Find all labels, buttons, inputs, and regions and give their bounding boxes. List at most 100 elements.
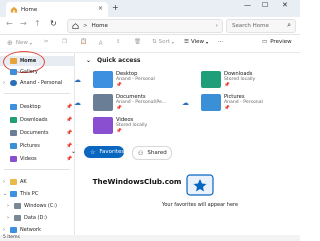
new-button[interactable]: ⊕ New ▾	[7, 39, 32, 47]
quick-access-item-videos[interactable]: Videos Stored locally 📌	[74, 117, 174, 139]
chevron-down-icon: ▾	[206, 39, 209, 45]
tab-title: Home	[21, 6, 38, 13]
favorites-bar: ⌄ ☆ Favorites ⚇ Shared	[71, 145, 300, 160]
pin-icon: 📌	[116, 129, 122, 134]
folder-icon	[10, 179, 17, 185]
sidebar-item-gallery[interactable]: Gallery	[0, 67, 74, 77]
pin-icon: 📌	[66, 156, 73, 162]
sidebar-item-ak[interactable]: › AK	[0, 177, 74, 187]
sidebar-item-label: Videos	[20, 156, 37, 162]
tab-shared[interactable]: ⚇ Shared	[132, 146, 172, 160]
sidebar-item-label: This PC	[20, 191, 39, 197]
view-icon: ☰	[184, 39, 189, 45]
tab-favorites[interactable]: ☆ Favorites	[84, 146, 124, 158]
chevron-down-icon[interactable]: ⌄	[71, 148, 76, 155]
new-tab-button[interactable]: +	[112, 3, 119, 12]
cloud-icon: ☁	[74, 76, 81, 84]
chevron-down-icon[interactable]: ⌄	[86, 57, 91, 64]
quick-access-item-documents[interactable]: ☁ Documents Anand - Personal\Pe... 📌	[74, 94, 174, 116]
sidebar-item-label: Downloads	[20, 117, 48, 123]
divider	[4, 93, 70, 94]
sort-button[interactable]: ⇅ Sort ▾	[152, 39, 174, 45]
forward-button[interactable]: →	[20, 19, 27, 28]
view-button[interactable]: ☰ View ▾	[184, 39, 208, 45]
minimize-button[interactable]: —	[244, 1, 251, 9]
chevron-down-icon[interactable]: ⌄	[3, 191, 7, 197]
delete-icon[interactable]: 🗑	[134, 39, 141, 45]
maximize-button[interactable]: ☐	[262, 1, 268, 9]
breadcrumb-chevron-icon[interactable]: ›	[216, 23, 218, 29]
chevron-right-icon[interactable]: ›	[3, 227, 5, 233]
quick-access-header[interactable]: ⌄ Quick access	[86, 57, 140, 64]
tab-home[interactable]: Home ×	[6, 2, 108, 17]
pin-icon: 📌	[66, 104, 73, 110]
refresh-button[interactable]: ↻	[50, 19, 57, 28]
quick-access-item-pictures[interactable]: ☁ Pictures Anand - Personal 📌	[182, 94, 282, 116]
network-icon	[10, 227, 17, 233]
divider	[4, 169, 70, 170]
drive-icon	[14, 215, 21, 221]
chevron-right-icon[interactable]: ›	[3, 179, 5, 185]
more-options-button[interactable]: ···	[218, 39, 223, 45]
sidebar-item-onedrive[interactable]: › Anand - Personal	[0, 78, 74, 88]
address-row: ← → ↑ ↻ > Home › Search Home ⌕	[0, 17, 300, 35]
file-explorer-window: Home × + — ☐ ✕ ← → ↑ ↻ > Home › Search H…	[0, 0, 300, 241]
address-bar[interactable]: > Home ›	[67, 19, 223, 33]
tab-close-icon[interactable]: ×	[98, 5, 103, 12]
cut-icon[interactable]: ✂	[44, 39, 49, 45]
command-bar: ⊕ New ▾ ✂ ❐ 📋 Ａ ⇪ 🗑 ⇅ Sort ▾ ☰ View ▾ ··…	[0, 35, 300, 53]
search-icon: ⌕	[287, 21, 291, 29]
item-location: Anand - Personal\Pe...	[116, 100, 167, 105]
favorites-label: Favorites	[99, 149, 125, 155]
chevron-right-icon[interactable]: ›	[7, 203, 9, 209]
pin-icon: 📌	[116, 106, 122, 111]
sidebar-item-label: Network	[20, 227, 41, 233]
item-location: Anand - Personal	[116, 77, 155, 82]
quick-access-item-downloads[interactable]: Downloads Stored locally 📌	[182, 71, 282, 93]
breadcrumb-separator: >	[83, 23, 88, 29]
watermark-text: TheWindowsClub.com	[92, 177, 182, 186]
documents-folder-icon	[93, 94, 113, 111]
cloud-icon	[10, 80, 17, 86]
copy-icon[interactable]: ❐	[62, 39, 67, 45]
preview-icon: ▭	[262, 39, 268, 45]
pin-icon: 📌	[116, 83, 122, 88]
sidebar-item-windows-c[interactable]: › Windows (C:)	[0, 201, 74, 211]
preview-button[interactable]: ▭ Preview	[262, 39, 292, 45]
chevron-down-icon: ▾	[171, 39, 174, 45]
pin-icon: 📌	[224, 83, 230, 88]
cloud-icon: ☁	[182, 99, 189, 107]
quick-access-item-desktop[interactable]: ☁ Desktop Anand - Personal 📌	[74, 71, 174, 93]
view-label: View	[190, 39, 204, 45]
sidebar-item-documents[interactable]: Documents 📌	[0, 128, 74, 138]
close-button[interactable]: ✕	[282, 1, 288, 9]
downloads-folder-icon	[201, 71, 221, 88]
back-button[interactable]: ←	[6, 19, 13, 28]
sidebar-item-this-pc[interactable]: ⌄ This PC	[0, 189, 74, 199]
sidebar-item-home[interactable]: Home	[0, 51, 74, 73]
chevron-right-icon[interactable]: ›	[7, 215, 9, 221]
rename-icon[interactable]: Ａ	[98, 39, 104, 47]
search-box[interactable]: Search Home ⌕	[226, 19, 296, 33]
item-location: Stored locally	[224, 77, 256, 82]
search-input[interactable]: Search Home	[232, 23, 269, 29]
share-icon[interactable]: ⇪	[116, 39, 121, 45]
sidebar-item-label: Anand - Personal	[20, 80, 63, 86]
pin-icon: 📌	[66, 117, 73, 123]
sidebar-item-data-d[interactable]: › Data (D:)	[0, 213, 74, 223]
sidebar-item-videos[interactable]: Videos 📌	[0, 154, 74, 164]
sidebar-item-network[interactable]: › Network	[0, 225, 74, 235]
chevron-down-icon: ▾	[29, 40, 32, 46]
shared-icon: ⚇	[138, 149, 144, 157]
up-button[interactable]: ↑	[34, 19, 41, 28]
sidebar-item-pictures[interactable]: Pictures 📌	[0, 141, 74, 151]
sidebar-item-downloads[interactable]: Downloads 📌	[0, 115, 74, 125]
pin-icon: 📌	[66, 130, 73, 136]
navigation-pane: Home Gallery › Anand - Personal Desktop …	[0, 51, 75, 235]
chevron-right-icon[interactable]: ›	[3, 80, 5, 86]
breadcrumb[interactable]: Home	[92, 23, 108, 29]
sidebar-item-desktop[interactable]: Desktop 📌	[0, 102, 74, 112]
pc-icon	[10, 191, 17, 197]
paste-icon[interactable]: 📋	[80, 39, 87, 45]
quick-access-title: Quick access	[97, 57, 141, 64]
